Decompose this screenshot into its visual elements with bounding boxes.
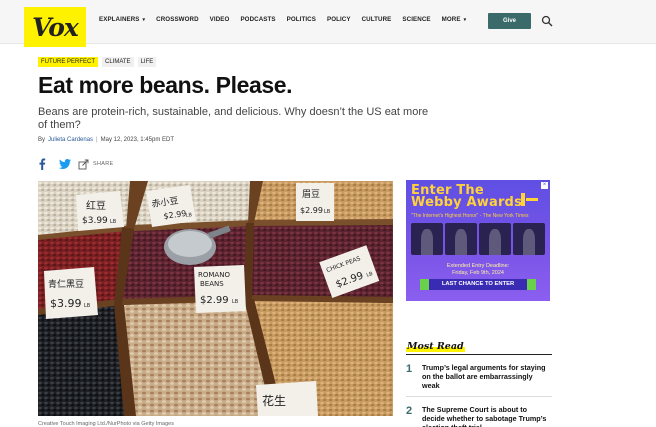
nav-culture[interactable]: CULTURE [362, 16, 392, 23]
price-sign: 红豆 $3.99 LB [76, 191, 124, 231]
svg-text:$3.99: $3.99 [82, 216, 108, 226]
svg-text:红豆: 红豆 [86, 199, 106, 212]
article-dek: Beans are protein-rich, sustainable, and… [38, 106, 429, 131]
price-sign: 花生 [256, 381, 318, 416]
ad-photo [411, 223, 443, 255]
byline-separator: | [96, 137, 98, 143]
nav-politics[interactable]: POLITICS [287, 16, 316, 23]
webby-awards-ad[interactable]: × Enter The Webby Awards "The Internet's… [406, 180, 550, 301]
byline: By Julieta Cardenas | May 12, 2023, 1:45… [38, 137, 174, 143]
svg-text:眉豆: 眉豆 [302, 189, 320, 200]
most-read-number: 1 [406, 363, 413, 375]
tag-life[interactable]: LIFE [137, 57, 157, 67]
publish-date: May 12, 2023, 1:45pm EDT [100, 137, 174, 143]
twitter-icon[interactable] [59, 159, 71, 169]
main-nav: EXPLAINERS ▾ CROSSWORD VIDEO PODCASTS POL… [99, 16, 477, 23]
ad-photo [513, 223, 545, 255]
svg-text:LB: LB [324, 209, 331, 215]
ad-title: Enter The Webby Awards [411, 183, 523, 210]
site-header: Vox EXPLAINERS ▾ CROSSWORD VIDEO PODCASTS… [0, 0, 656, 47]
ad-photo [445, 223, 477, 255]
price-sign: 赤小豆 $2.99 LB [146, 185, 196, 227]
nav-science[interactable]: SCIENCE [402, 16, 430, 23]
ad-cta-button[interactable]: LAST CHANCE TO ENTER [429, 279, 527, 290]
nav-video[interactable]: VIDEO [210, 16, 230, 23]
give-button[interactable]: Give [488, 13, 531, 29]
webby-logo-icon [521, 193, 538, 206]
svg-text:BEANS: BEANS [200, 280, 224, 288]
article-headline: Eat more beans. Please. [38, 72, 293, 98]
svg-text:LB: LB [110, 219, 117, 225]
price-sign: ROMANO BEANS $2.99 LB [194, 265, 246, 313]
byline-prefix: By [38, 137, 46, 143]
ad-close-icon[interactable]: × [541, 182, 548, 189]
chevron-down-icon: ▾ [463, 16, 467, 23]
ad-deadline: Extended Entry Deadline: Friday, Feb 9th… [446, 263, 510, 276]
svg-text:LB: LB [84, 303, 91, 309]
facebook-icon[interactable] [38, 158, 46, 170]
share-label[interactable]: SHARE [93, 161, 113, 167]
most-read-item[interactable]: 1 Trump’s legal arguments for staying on… [406, 363, 552, 390]
search-icon[interactable] [541, 15, 553, 27]
chevron-down-icon: ▾ [142, 16, 146, 23]
ad-photo [479, 223, 511, 255]
nav-more[interactable]: MORE ▾ [442, 16, 467, 23]
tag-climate[interactable]: CLIMATE [102, 57, 134, 67]
share-bar: SHARE [38, 158, 113, 170]
logo-text: Vox [32, 12, 79, 42]
svg-text:青仁黑豆: 青仁黑豆 [48, 278, 84, 290]
nav-policy[interactable]: POLICY [327, 16, 351, 23]
most-read-number: 2 [406, 405, 413, 417]
hero-image: 红豆 $3.99 LB 赤小豆 $2.99 LB 眉豆 $2.99 LB 青仁黑… [38, 181, 393, 416]
price-sign: 眉豆 $2.99 LB [296, 183, 334, 221]
nav-crossword[interactable]: CROSSWORD [156, 16, 199, 23]
most-read-headline[interactable]: The Supreme Court is about to decide whe… [422, 405, 550, 427]
svg-text:LB: LB [232, 299, 239, 305]
svg-text:$3.99: $3.99 [50, 297, 82, 310]
most-read-headline[interactable]: Trump’s legal arguments for staying on t… [422, 363, 550, 390]
divider [406, 396, 552, 397]
share-icon[interactable] [78, 159, 89, 170]
article-tags: FUTURE PERFECT CLIMATE LIFE [38, 57, 157, 67]
svg-text:$2.99: $2.99 [200, 295, 229, 306]
svg-text:$2.99: $2.99 [300, 206, 323, 215]
photo-caption: Creative Touch Imaging Ltd./NurPhoto via… [38, 421, 174, 427]
beans-photo: 红豆 $3.99 LB 赤小豆 $2.99 LB 眉豆 $2.99 LB 青仁黑… [38, 181, 393, 416]
ad-quote: "The Internet's Highest Honor" - The New… [411, 213, 529, 219]
tag-future-perfect[interactable]: FUTURE PERFECT [38, 57, 98, 67]
author-link[interactable]: Julieta Cardenas [48, 137, 93, 143]
most-read-item[interactable]: 2 The Supreme Court is about to decide w… [406, 405, 552, 427]
ad-photo-strip [411, 223, 545, 255]
svg-text:ROMANO: ROMANO [198, 271, 230, 279]
nav-explainers[interactable]: EXPLAINERS ▾ [99, 16, 145, 23]
most-read-title: Most Read [406, 341, 552, 355]
price-sign: 青仁黑豆 $3.99 LB [44, 267, 98, 319]
most-read: Most Read 1 Trump’s legal arguments for … [406, 341, 552, 427]
vox-logo[interactable]: Vox [24, 7, 86, 47]
nav-podcasts[interactable]: PODCASTS [240, 16, 275, 23]
svg-text:花生: 花生 [262, 393, 286, 408]
